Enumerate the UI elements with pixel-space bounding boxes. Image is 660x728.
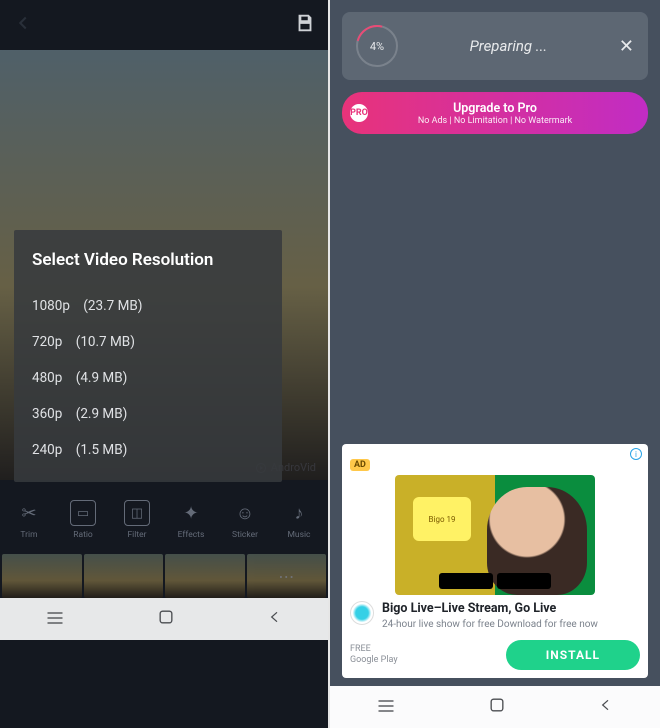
resolution-panel: Select Video Resolution 1080p (23.7 MB) …	[14, 230, 282, 482]
google-play-icon	[439, 573, 493, 589]
progress-card: 4% Preparing ... ✕	[342, 12, 648, 80]
ratio-icon: ▭	[70, 500, 96, 526]
res-option-720p[interactable]: 720p (10.7 MB)	[32, 324, 264, 360]
res-size: (4.9 MB)	[76, 370, 128, 386]
home-icon[interactable]	[487, 695, 507, 719]
tool-label: Music	[287, 530, 310, 540]
progress-percent: 4%	[370, 40, 384, 53]
res-option-240p[interactable]: 240p (1.5 MB)	[32, 432, 264, 468]
recent-apps-icon[interactable]	[45, 610, 65, 629]
ad-src-line2: Google Play	[350, 655, 398, 666]
ad-sub: 24-hour live show for free Download for …	[382, 619, 598, 630]
tool-ratio[interactable]: ▭ Ratio	[62, 500, 104, 540]
filter-icon: ◫	[124, 500, 150, 526]
home-icon[interactable]	[156, 607, 176, 631]
tool-label: Effects	[178, 530, 205, 540]
back-icon[interactable]	[12, 12, 34, 38]
res-size: (23.7 MB)	[83, 298, 142, 314]
res-label: 480p	[32, 370, 62, 386]
ad-card: i AD Bigo 19 Bigo Live–Live Stream, Go L…	[342, 444, 648, 678]
clip-thumb[interactable]	[165, 554, 245, 598]
ad-app-icon	[350, 601, 374, 625]
tool-sticker[interactable]: ☺ Sticker	[224, 500, 266, 540]
res-label: 1080p	[32, 298, 70, 314]
ad-tag: AD	[350, 459, 370, 471]
res-label: 360p	[32, 406, 62, 422]
res-option-480p[interactable]: 480p (4.9 MB)	[32, 360, 264, 396]
sparkle-icon: ✦	[178, 500, 204, 526]
progress-ring: 4%	[356, 25, 398, 67]
android-nav-bar	[330, 686, 660, 728]
ad-bubble: Bigo 19	[413, 497, 471, 541]
tool-label: Filter	[127, 530, 146, 540]
res-size: (10.7 MB)	[76, 334, 135, 350]
res-size: (2.9 MB)	[76, 406, 128, 422]
pro-badge-icon: PRO	[350, 104, 368, 122]
save-icon[interactable]	[294, 12, 316, 38]
upgrade-title: Upgrade to Pro	[453, 101, 537, 116]
resolution-title: Select Video Resolution	[32, 250, 264, 270]
tool-music[interactable]: ♪ Music	[278, 500, 320, 540]
nav-back-icon[interactable]	[598, 695, 614, 719]
progress-label: Preparing ...	[414, 37, 603, 55]
tool-label: Trim	[20, 530, 37, 540]
ad-src-line1: FREE	[350, 644, 398, 655]
scissors-icon: ✂	[16, 500, 42, 526]
upgrade-sub: No Ads | No Limitation | No Watermark	[418, 116, 572, 126]
upgrade-banner[interactable]: PRO Upgrade to Pro No Ads | No Limitatio…	[342, 92, 648, 134]
ad-info-icon[interactable]: i	[630, 448, 642, 460]
res-label: 720p	[32, 334, 62, 350]
install-button[interactable]: INSTALL	[506, 640, 640, 670]
music-icon: ♪	[286, 500, 312, 526]
nav-back-icon[interactable]	[267, 607, 283, 631]
tool-filter[interactable]: ◫ Filter	[116, 500, 158, 540]
close-icon[interactable]: ✕	[619, 36, 634, 57]
tool-trim[interactable]: ✂ Trim	[8, 500, 50, 540]
res-option-360p[interactable]: 360p (2.9 MB)	[32, 396, 264, 432]
phone-left: AndroVid ✂ Trim ▭ Ratio ◫ Filter ✦ Effec…	[0, 0, 330, 728]
clip-thumb[interactable]	[2, 554, 82, 598]
tool-effects[interactable]: ✦ Effects	[170, 500, 212, 540]
tool-strip: ✂ Trim ▭ Ratio ◫ Filter ✦ Effects ☺ Stic…	[0, 480, 328, 554]
res-option-1080p[interactable]: 1080p (23.7 MB)	[32, 288, 264, 324]
android-nav-bar	[0, 598, 328, 640]
ad-image[interactable]: Bigo 19	[395, 475, 595, 595]
clip-thumb[interactable]	[84, 554, 164, 598]
clip-more[interactable]: ⋯	[247, 554, 327, 598]
res-size: (1.5 MB)	[76, 442, 128, 458]
ad-source: FREE Google Play	[350, 644, 398, 666]
phone-right: 4% Preparing ... ✕ PRO Upgrade to Pro No…	[330, 0, 660, 728]
ad-stores	[439, 573, 551, 589]
ad-title: Bigo Live–Live Stream, Go Live	[382, 601, 598, 616]
recent-apps-icon[interactable]	[376, 698, 396, 717]
app-store-icon	[497, 573, 551, 589]
tool-label: Ratio	[73, 530, 93, 540]
left-top-bar	[0, 0, 328, 50]
timeline-thumbs[interactable]: ⋯	[0, 554, 328, 598]
res-label: 240p	[32, 442, 62, 458]
smile-icon: ☺	[232, 500, 258, 526]
tool-label: Sticker	[232, 530, 258, 540]
